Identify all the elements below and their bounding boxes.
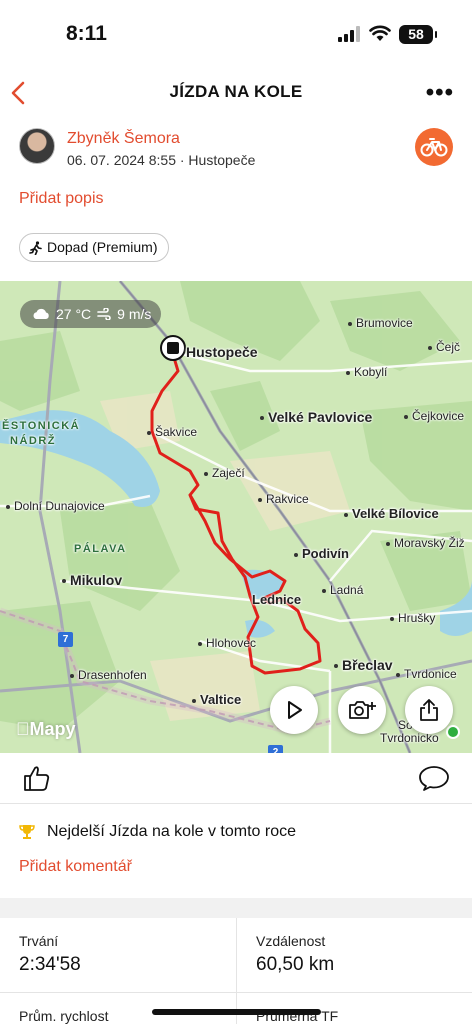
activity-date-location: 06. 07. 2024 8:55 · Hustopeče [67,152,256,168]
map-label-nadrz-1: ĚSTONICKÁ [2,420,81,432]
page-title: JÍZDA NA KOLE [169,82,303,101]
impact-premium-chip[interactable]: Dopad (Premium) [19,233,170,262]
add-comment-link[interactable]: Přidat komentář [19,858,132,876]
map-label-hustopece: Hustopeče [186,344,258,360]
map-label-dolni-dunajovice: Dolní Dunajovice [6,499,105,513]
maps-attribution: Mapy [16,719,76,740]
status-time: 8:11 [66,22,107,45]
map-label-rakvice: Rakvice [258,492,309,506]
kudos-thumbs-up-icon[interactable] [22,763,52,793]
map-label-hrusky: Hrušky [390,611,435,625]
maps-attribution-text: Mapy [16,719,76,739]
road-number-2: 2 [268,745,283,753]
athlete-name[interactable]: Zbyněk Šemora [67,130,180,148]
cloud-icon [33,308,49,319]
stat-duration: Trvání 2:34'58 [19,933,255,976]
achievement-row[interactable]: Nejdelší Jízda na kole v tomto roce [19,823,296,841]
apple-logo-icon:  [16,719,30,739]
chip-label: Dopad (Premium) [47,239,158,255]
divider [0,803,472,804]
wind-icon [97,308,111,320]
route-map[interactable]: 27 °C 9 m/s Hustopeče Brumovice Čejč Kob… [0,281,472,753]
battery-icon: 58 [399,25,437,44]
divider [0,992,472,993]
map-label-podivin: Podivín [294,546,349,561]
map-label-kobyli: Kobylí [346,365,387,379]
map-label-brumovice: Brumovice [348,316,413,330]
social-actions [0,755,472,803]
stat-label: Trvání [19,933,59,949]
play-flyover-button[interactable] [270,686,318,734]
map-label-valtice: Valtice [192,692,241,707]
trophy-icon [19,825,35,839]
achievement-text: Nejdelší Jízda na kole v tomto roce [47,823,297,840]
battery-level: 58 [408,26,424,42]
wifi-icon [369,25,391,41]
map-label-sakvice: Šakvice [147,425,197,439]
camera-plus-icon [349,701,376,719]
add-photo-button[interactable] [338,686,386,734]
athlete-header: Zbyněk Šemora 06. 07. 2024 8:55 · Hustop… [19,126,453,170]
share-icon [420,699,438,721]
stat-distance: Vzdálenost 60,50 km [256,933,472,976]
sport-badge [415,128,453,166]
map-label-moravsky-zizkov: Moravský Žiž [386,536,465,550]
map-label-drasenhofen: Drasenhofen [70,668,147,682]
weather-temperature: 27 °C [56,306,92,322]
map-label-cejkovice: Čejkovice [404,409,464,423]
map-label-hlohovec: Hlohovec [198,636,256,650]
runner-icon [29,240,42,255]
weather-badge: 27 °C 9 m/s [20,300,162,328]
map-label-zajeci: Zaječí [204,466,245,480]
add-description-link[interactable]: Přidat popis [19,190,104,208]
share-button[interactable] [405,686,453,734]
map-label-velke-bilovice: Velké Bílovice [344,506,439,521]
home-indicator[interactable] [152,1009,321,1015]
more-options-icon[interactable]: ••• [426,81,454,105]
map-label-cejc: Čejč [428,340,460,354]
status-bar: 8:11 58 [0,0,472,70]
section-separator [0,898,472,918]
stat-label: Vzdálenost [256,933,326,949]
map-label-lednice: Lednice [252,592,302,607]
stat-value: 60,50 km [256,954,335,975]
nav-bar: JÍZDA NA KOLE ••• [0,70,472,116]
bicycle-icon [420,138,448,157]
weather-wind: 9 m/s [117,306,152,322]
cellular-signal-icon [338,26,360,42]
stat-value: 2:34'58 [19,954,81,975]
map-label-ladna: Ladná [322,583,363,597]
map-label-palava: PÁLAVA [74,543,127,555]
map-label-tvrdonice: Tvrdonice [396,667,457,681]
road-number-7: 7 [58,632,73,647]
map-label-velke-pavlovice: Velké Pavlovice [260,409,372,425]
comment-bubble-icon[interactable] [418,764,450,792]
play-icon [288,701,302,719]
avatar[interactable] [19,128,55,164]
map-label-mikulov: Mikulov [62,572,122,588]
map-label-breclav: Břeclav [334,657,393,673]
map-label-nadrz-2: NÁDRŽ [10,435,56,447]
